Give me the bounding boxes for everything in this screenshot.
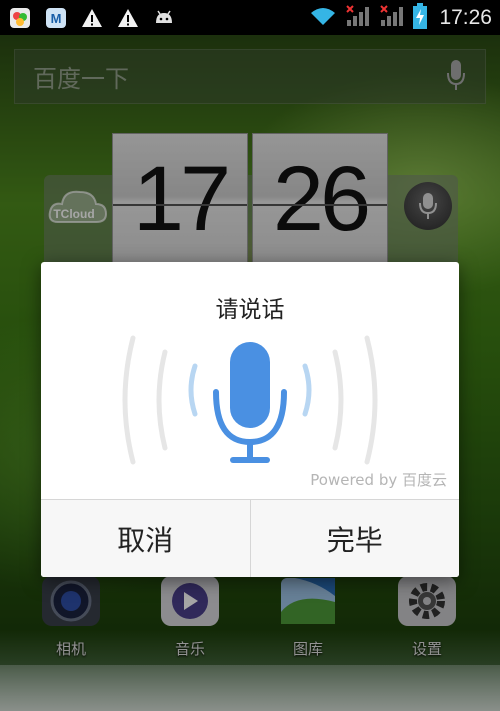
warning-icon[interactable] (116, 6, 140, 30)
svg-text:M: M (51, 11, 62, 26)
battery-charging-icon (413, 2, 428, 33)
cancel-button[interactable]: 取消 (41, 500, 250, 577)
microphone-icon (213, 342, 287, 463)
android-debug-icon[interactable] (152, 6, 176, 30)
app-notification-icon[interactable] (8, 6, 32, 30)
done-button[interactable]: 完毕 (249, 500, 459, 577)
voice-input-dialog: 请说话 Powered by 百度云 取消 完毕 (41, 262, 459, 577)
dialog-title: 请说话 (215, 297, 285, 323)
signal-no-service-icon (379, 4, 405, 32)
signal-no-service-icon (345, 4, 371, 32)
dialog-button-bar: 取消 完毕 (41, 499, 459, 577)
wifi-icon (309, 5, 337, 31)
status-time: 17:26 (439, 5, 492, 29)
powered-by-text: Powered by 百度云 (310, 471, 447, 489)
warning-icon[interactable] (80, 6, 104, 30)
maxthon-icon[interactable]: M (44, 6, 68, 30)
voice-wave-graphic (115, 330, 385, 470)
status-bar: M 17:26 (0, 0, 500, 35)
